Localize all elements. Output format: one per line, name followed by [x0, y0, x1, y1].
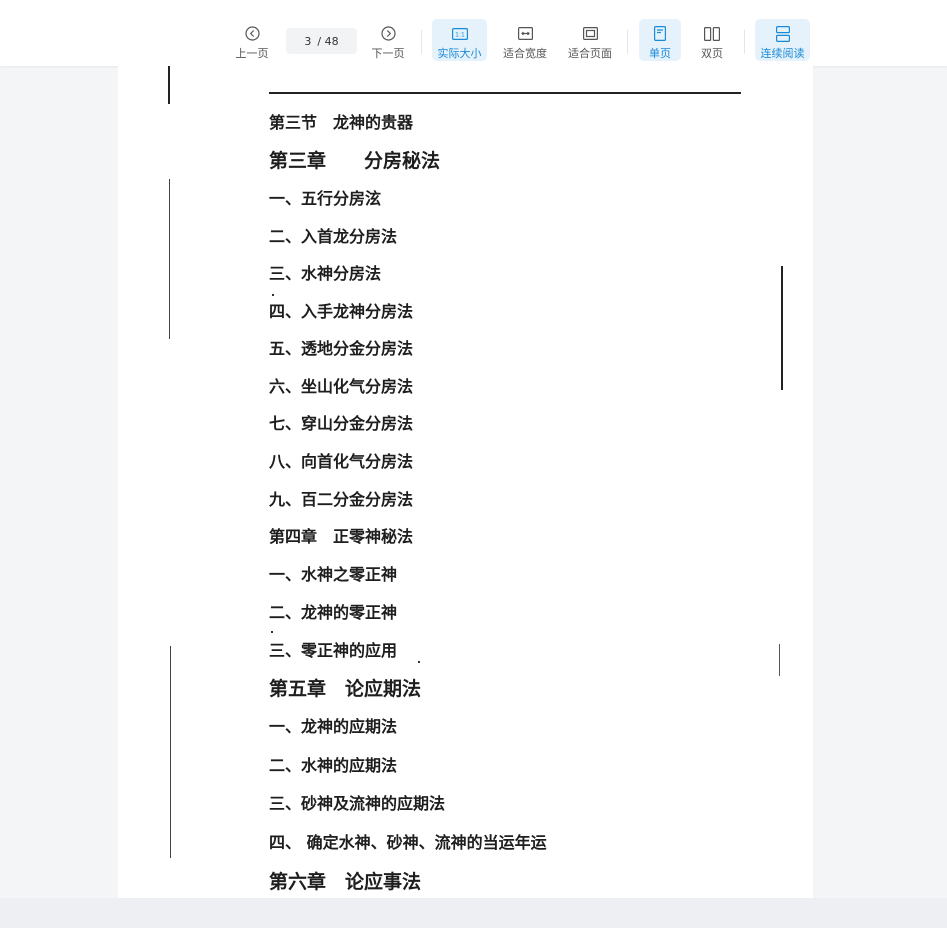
document-page: 第三节 龙神的贵器第三章 分房秘法 一、五行分房泫 二、入首龙分房法 三、水神分房法四… — [118, 66, 813, 898]
toc-chapter-heading: 第五章 论应期法 — [269, 678, 422, 700]
prev-page-button[interactable]: 上一页 — [232, 19, 272, 61]
fit-width-icon — [517, 25, 533, 42]
fit-page-label: 适合页面 — [568, 47, 612, 60]
toc-entry: 四、入手龙神分房法 — [269, 302, 414, 321]
chevron-right-circle-icon — [380, 25, 396, 42]
single-page-label: 单页 — [649, 47, 671, 60]
fit-width-button[interactable]: 适合宽度 — [498, 19, 552, 61]
scan-border-line — [169, 179, 171, 339]
continuous-read-icon — [775, 25, 790, 42]
scan-speck — [272, 294, 274, 296]
toc-entry: 六、坐山化气分房法 — [269, 377, 414, 396]
toc-chapter-heading: 第三章 分房秘法 — [269, 150, 441, 172]
toc-entry: 三、水神分房法 — [269, 264, 382, 283]
toc-entry: 八、向首化气分房法 — [269, 452, 414, 471]
continuous-read-label: 连续阅读 — [760, 47, 805, 60]
toc-entry: 四、 确定水神、砂神、流神的当运年运 — [269, 833, 547, 852]
viewer-bottom-bar — [0, 898, 947, 928]
toc-entry: 七、穿山分金分房法 — [269, 414, 414, 433]
fit-page-button[interactable]: 适合页面 — [563, 19, 617, 61]
actual-size-button[interactable]: 1:1 实际大小 — [432, 19, 487, 61]
scan-border-line — [168, 66, 170, 104]
total-pages: / 48 — [317, 34, 339, 48]
toc-entry: 一、五行分房泫 — [269, 189, 382, 208]
toc-entry: 三、零正神的应用 — [269, 641, 398, 660]
actual-size-label: 实际大小 — [437, 47, 482, 60]
double-page-icon — [704, 25, 720, 42]
prev-page-label: 上一页 — [235, 47, 269, 60]
toc-chapter-heading: 第六章 论应事法 — [269, 871, 422, 893]
scan-speck — [418, 661, 420, 663]
scan-border-line — [170, 646, 172, 858]
viewer-toolbar: 上一页 3 / 48 下一页 1:1 实际大小 适合宽度 适合页面 单页 双页 … — [0, 0, 947, 66]
toc-entry: 二、龙神的零正神 — [269, 603, 398, 622]
scan-border-line — [781, 266, 783, 390]
toc-entry: 九、百二分金分房法 — [269, 490, 414, 509]
continuous-read-button[interactable]: 连续阅读 — [755, 19, 810, 61]
toolbar-divider — [627, 30, 628, 54]
toolbar-divider — [421, 30, 422, 54]
current-page-number[interactable]: 3 — [304, 35, 311, 48]
toc-entry: 五、透地分金分房法 — [269, 339, 414, 358]
page-number-input[interactable]: 3 / 48 — [286, 28, 357, 54]
toc-entry: 二、水神的应期法 — [269, 756, 398, 775]
toc-entry: 一、龙神的应期法 — [269, 717, 398, 736]
toolbar-divider — [744, 30, 745, 54]
single-page-button[interactable]: 单页 — [639, 19, 681, 61]
fit-width-label: 适合宽度 — [503, 47, 547, 60]
svg-text:1:1: 1:1 — [455, 31, 465, 38]
actual-size-icon: 1:1 — [451, 25, 468, 42]
toc-entry: 三、砂神及流神的应期法 — [269, 794, 446, 813]
scan-border-line — [779, 644, 781, 676]
scan-speck — [271, 631, 273, 633]
chevron-left-circle-icon — [244, 25, 260, 42]
toc-entry: 二、入首龙分房法 — [269, 227, 398, 246]
fit-page-icon — [582, 25, 598, 42]
header-rule — [269, 92, 741, 94]
toc-entry: 一、水神之零正神 — [269, 565, 398, 584]
single-page-icon — [654, 25, 666, 42]
next-page-button[interactable]: 下一页 — [368, 19, 408, 61]
double-page-label: 双页 — [701, 47, 723, 60]
double-page-button[interactable]: 双页 — [692, 19, 732, 61]
next-page-label: 下一页 — [371, 47, 405, 60]
toc-section-heading: 第三节 龙神的贵器 — [269, 113, 414, 132]
toc-section-heading: 第四章 正零神秘法 — [269, 527, 414, 546]
